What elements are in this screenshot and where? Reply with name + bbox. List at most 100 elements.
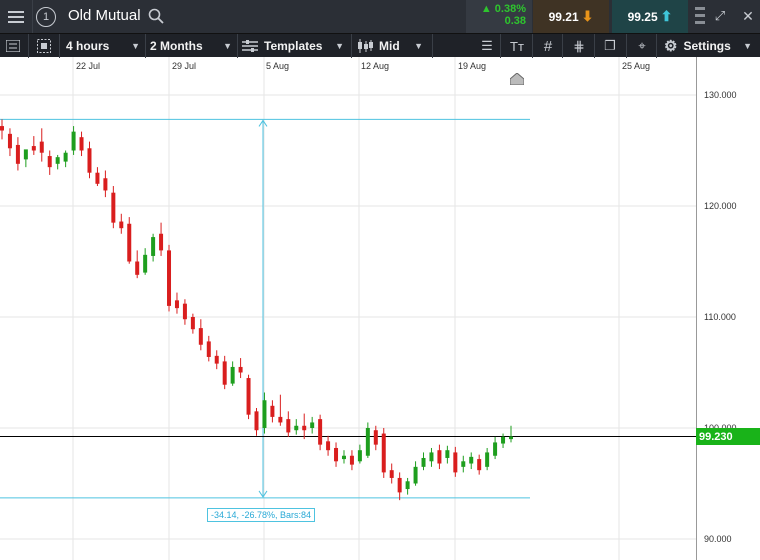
candle-up	[23, 149, 28, 160]
chevron-down-icon: ▼	[223, 41, 232, 51]
templates-icon	[242, 40, 258, 52]
scroll-marker-icon[interactable]	[509, 72, 525, 86]
menu-icon[interactable]	[0, 0, 32, 33]
candle-down	[87, 148, 92, 173]
buy-price: 99.25	[627, 9, 658, 24]
candle-down	[206, 341, 211, 357]
candle-down	[214, 355, 219, 364]
candle-down	[270, 405, 275, 417]
candle-down	[174, 300, 179, 309]
candle-up	[71, 131, 76, 151]
change-percent: 0.38%	[494, 3, 526, 15]
x-tick-label: 22 Jul	[76, 61, 101, 71]
indicators-icon[interactable]: ☰	[478, 38, 496, 54]
candle-down	[238, 366, 243, 373]
drag-handle-icon[interactable]	[694, 4, 706, 28]
candle-up	[501, 436, 506, 444]
price-type-label: Mid	[379, 39, 400, 53]
candle-up	[429, 452, 434, 462]
search-icon[interactable]	[146, 6, 166, 26]
candle-up	[55, 157, 60, 164]
candle-up	[357, 450, 362, 462]
candle-down	[7, 133, 12, 149]
candle-up	[445, 450, 450, 458]
instrument-title: Old Mutual	[68, 7, 141, 24]
expand-icon[interactable]: ⤢	[710, 6, 730, 26]
candle-down	[47, 156, 52, 168]
candle-up	[365, 428, 370, 456]
candle-up	[143, 254, 148, 273]
current-price-tag: 99.230	[696, 428, 760, 445]
list-view-icon[interactable]	[5, 38, 21, 54]
candle-down	[326, 441, 331, 451]
candle-down	[39, 141, 44, 153]
x-tick-label: 5 Aug	[266, 61, 290, 71]
x-tick-label: 29 Jul	[172, 61, 197, 71]
candle-up	[63, 152, 68, 162]
candle-down	[246, 378, 251, 415]
gear-icon: ⚙	[664, 38, 678, 55]
crosshair-grid-icon[interactable]: #	[538, 37, 558, 55]
measure-label: -34.14, -26.78%, Bars:84	[207, 508, 316, 522]
text-tool-icon[interactable]: Tт	[506, 37, 528, 55]
candle-down	[381, 433, 386, 473]
candle-down	[190, 317, 195, 330]
interval-label: 4 hours	[66, 39, 110, 53]
candle-down	[477, 459, 482, 471]
candlestick-icon	[358, 39, 373, 53]
candle-up	[310, 422, 315, 428]
candle-down	[349, 455, 354, 465]
candle-down	[437, 450, 442, 464]
y-tick-label: 110.000	[704, 312, 736, 322]
price-chart[interactable]	[0, 57, 696, 560]
instrument-header: 1 Old Mutual ▲ 0.38% 0.38 99.21 ⬇ 99.25 …	[0, 0, 760, 33]
chevron-down-icon: ▼	[131, 41, 140, 51]
x-tick-label: 12 Aug	[361, 61, 390, 71]
candle-down	[119, 221, 124, 229]
candle-up	[294, 425, 299, 431]
y-tick-label: 120.000	[704, 201, 737, 211]
candle-down	[286, 419, 291, 433]
buy-button[interactable]: 99.25 ⬆	[612, 0, 688, 33]
candle-down	[95, 172, 100, 184]
candle-up	[151, 237, 156, 256]
chevron-down-icon: ▼	[335, 41, 344, 51]
close-icon[interactable]: ✕	[738, 6, 758, 26]
candle-down	[0, 126, 4, 131]
price-type-select[interactable]: Mid ▼	[357, 34, 427, 58]
candle-down	[278, 416, 283, 423]
layout-grid-icon[interactable]	[36, 38, 52, 54]
info-badge-icon[interactable]: 1	[36, 7, 56, 27]
candle-down	[127, 223, 132, 262]
interval-select[interactable]: 4 hours ▼	[66, 34, 144, 58]
settings-button[interactable]: ⚙ Settings ▼	[664, 34, 760, 58]
target-icon[interactable]: ⌖	[632, 37, 652, 55]
y-tick-label: 90.000	[704, 534, 732, 544]
settings-label: Settings	[683, 39, 731, 53]
templates-label: Templates	[264, 39, 323, 53]
chart-toolbar: 4 hours ▼ 2 Months ▼ Templates ▼ Mid ▼ ☰…	[0, 33, 760, 58]
x-tick-label: 25 Aug	[622, 61, 651, 71]
candle-up	[461, 461, 466, 467]
candle-down	[373, 430, 378, 445]
range-select[interactable]: 2 Months ▼	[150, 34, 236, 58]
chevron-down-icon: ▼	[414, 41, 423, 51]
sell-button[interactable]: 99.21 ⬇	[533, 0, 609, 33]
candle-down	[135, 261, 140, 275]
candle-up	[469, 456, 474, 464]
candle-up	[509, 436, 513, 440]
candle-down	[198, 328, 203, 345]
buy-up-arrow-icon: ⬆	[660, 8, 673, 24]
candle-down	[182, 303, 187, 320]
templates-select[interactable]: Templates ▼	[242, 34, 348, 58]
candle-down	[254, 411, 259, 431]
candle-up	[421, 457, 426, 467]
candle-up	[230, 366, 235, 384]
range-label: 2 Months	[150, 39, 203, 53]
drawing-tools-icon[interactable]: ⋕	[568, 37, 590, 55]
duplicate-icon[interactable]: ❐	[600, 37, 620, 55]
sell-price: 99.21	[548, 9, 579, 24]
candle-up	[485, 452, 490, 467]
change-absolute: 0.38	[504, 15, 526, 27]
candle-up	[493, 442, 498, 456]
